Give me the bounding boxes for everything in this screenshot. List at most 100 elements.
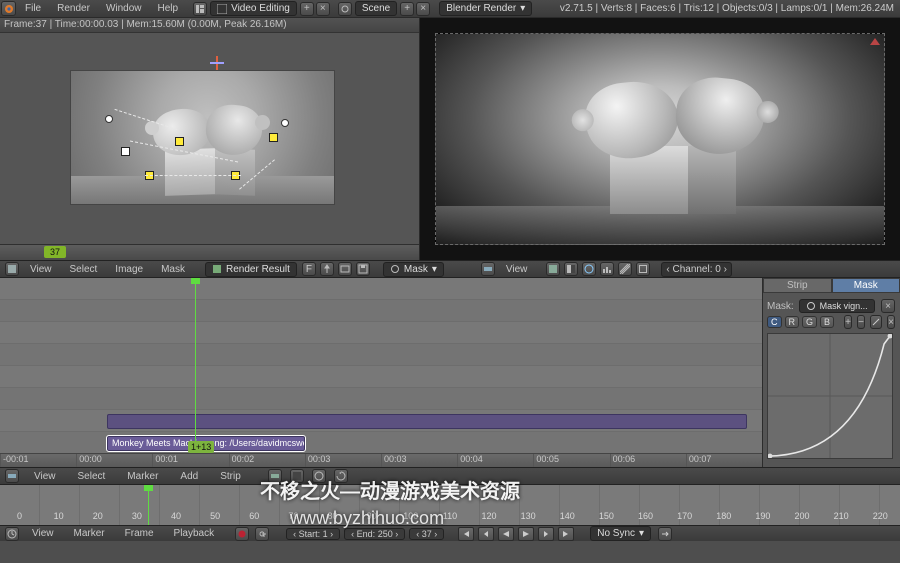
render-engine-label: Blender Render <box>446 3 516 14</box>
display-mode-histogram-icon[interactable] <box>600 262 614 276</box>
render-preview[interactable] <box>70 70 335 205</box>
vse-menu-image[interactable]: Image <box>107 264 151 275</box>
play-icon[interactable] <box>518 527 534 541</box>
image-add-icon[interactable] <box>338 262 352 276</box>
screen-add-icon[interactable]: + <box>300 2 314 16</box>
curve-channel-b[interactable]: B <box>820 316 834 328</box>
dropdown-arrow-icon: ▾ <box>639 528 644 539</box>
sync-mode-label: No Sync <box>597 528 635 539</box>
zebra-icon[interactable] <box>618 262 632 276</box>
image-save-icon[interactable] <box>356 262 370 276</box>
safe-areas-icon[interactable] <box>636 262 650 276</box>
pivot-gizmo-icon[interactable] <box>210 56 224 70</box>
mask-mode-label: Mask <box>404 264 428 275</box>
sequencer-tracks[interactable]: Monkey Meets Machine.png: /Users/davidmc… <box>0 278 762 467</box>
mask-datablock-selector[interactable]: Mask vign... <box>799 299 875 313</box>
editor-type-image-icon[interactable] <box>5 262 19 276</box>
next-keyframe-icon[interactable] <box>538 527 554 541</box>
render-engine-selector[interactable]: Blender Render ▾ <box>439 1 532 16</box>
sync-mode-selector[interactable]: No Sync ▾ <box>590 526 651 541</box>
preview-ear-right <box>255 115 270 130</box>
prev-keyframe-icon[interactable] <box>478 527 494 541</box>
tl-menu-frame[interactable]: Frame <box>117 528 162 539</box>
curve-channel-c[interactable]: C <box>767 316 782 328</box>
timeline-playhead[interactable] <box>148 485 149 525</box>
mask-unlink-icon[interactable]: × <box>881 299 895 313</box>
editor-type-sequencer-icon[interactable] <box>5 469 19 483</box>
curve-channel-g[interactable]: G <box>802 316 817 328</box>
mask-mode-selector[interactable]: Mask ▾ <box>383 262 444 277</box>
curve-tools-icon[interactable] <box>870 315 882 329</box>
menu-file[interactable]: File <box>17 3 49 14</box>
channel-label: Channel: <box>672 264 712 275</box>
playback-followcursor-icon[interactable] <box>658 527 672 541</box>
play-reverse-icon[interactable] <box>498 527 514 541</box>
tl-menu-view[interactable]: View <box>24 528 62 539</box>
vse-menu-view[interactable]: View <box>22 264 60 275</box>
auto-keyframe-icon[interactable] <box>235 527 249 541</box>
keyingset-icon[interactable] <box>255 527 269 541</box>
watermark-url: www.byzhihuo.com <box>290 508 444 529</box>
image-datablock-label: Render Result <box>226 264 290 275</box>
screen-layout-selector[interactable]: Video Editing <box>210 1 297 16</box>
curve-zoom-in-icon[interactable]: + <box>844 315 852 329</box>
image-editor-slider[interactable]: 37 <box>0 244 419 260</box>
scene-del-icon[interactable]: × <box>416 2 430 16</box>
blender-icon[interactable] <box>1 1 16 16</box>
start-frame-field[interactable]: ‹ Start: 1 › <box>286 528 340 540</box>
tl-menu-playback[interactable]: Playback <box>166 528 223 539</box>
tab-mask[interactable]: Mask <box>832 278 900 293</box>
current-frame-indicator[interactable]: 37 <box>44 246 66 258</box>
screen-layout-prev-icon[interactable] <box>193 2 207 16</box>
mask-handle[interactable] <box>175 137 184 146</box>
channel-field[interactable]: ‹ Channel: 0 › <box>661 262 732 277</box>
mask-vertex[interactable] <box>281 119 289 127</box>
display-mode-luma-icon[interactable] <box>564 262 578 276</box>
tl-menu-marker[interactable]: Marker <box>66 528 113 539</box>
mask-vertex[interactable] <box>105 115 113 123</box>
mask-field-label: Mask: <box>767 301 794 312</box>
display-mode-image-icon[interactable] <box>546 262 560 276</box>
vse-preview-viewport[interactable] <box>420 18 900 260</box>
curve-zoom-out-icon[interactable]: − <box>857 315 865 329</box>
scene-selector[interactable]: Scene <box>355 1 397 16</box>
header-stats: v2.71.5 | Verts:8 | Faces:6 | Tris:12 | … <box>560 3 900 14</box>
sequencer-time-ruler[interactable]: -00:0100:0000:0100:0200:0300:0300:0400:0… <box>0 453 762 467</box>
jump-end-icon[interactable] <box>558 527 574 541</box>
image-editor-viewport[interactable]: Frame:37 | Time:00:00.03 | Mem:15.60M (0… <box>0 18 420 260</box>
menu-render[interactable]: Render <box>49 3 98 14</box>
vse-menu-mask[interactable]: Mask <box>153 264 193 275</box>
properties-panel: Strip Mask Mask: Mask vign... × C R G B … <box>762 278 900 467</box>
screen-del-icon[interactable]: × <box>316 2 330 16</box>
seq-menu-marker[interactable]: Marker <box>119 471 166 482</box>
display-mode-chroma-icon[interactable] <box>582 262 596 276</box>
seq-menu-strip[interactable]: Strip <box>212 471 249 482</box>
menu-help[interactable]: Help <box>150 3 187 14</box>
seq-menu-select[interactable]: Select <box>70 471 114 482</box>
scene-add-icon[interactable]: + <box>400 2 414 16</box>
menu-window[interactable]: Window <box>98 3 150 14</box>
image-pin-icon[interactable] <box>320 262 334 276</box>
curve-channel-r[interactable]: R <box>785 316 800 328</box>
sequencer-playhead[interactable] <box>195 278 196 467</box>
preview-menu-view[interactable]: View <box>498 264 536 275</box>
mask-edge[interactable] <box>145 175 241 176</box>
current-frame-field[interactable]: ‹ 37 › <box>409 528 444 540</box>
tab-strip[interactable]: Strip <box>763 278 832 293</box>
fake-user-button[interactable]: F <box>302 262 316 276</box>
screen-layout-label: Video Editing <box>231 3 290 14</box>
curve-editor[interactable] <box>767 333 893 459</box>
editor-type-timeline-icon[interactable] <box>5 527 19 541</box>
curve-reset-icon[interactable]: × <box>887 315 895 329</box>
playhead-label: 1+13 <box>188 441 214 453</box>
vse-menu-select[interactable]: Select <box>62 264 106 275</box>
mask-vertex-active[interactable] <box>121 147 130 156</box>
mask-handle[interactable] <box>269 133 278 142</box>
scene-icon[interactable] <box>338 2 352 16</box>
end-frame-field[interactable]: ‹ End: 250 › <box>344 528 405 540</box>
seq-menu-view[interactable]: View <box>26 471 64 482</box>
seq-menu-add[interactable]: Add <box>172 471 206 482</box>
image-datablock-selector[interactable]: Render Result <box>205 262 297 277</box>
editor-type-vse-icon[interactable] <box>481 262 495 276</box>
jump-start-icon[interactable] <box>458 527 474 541</box>
